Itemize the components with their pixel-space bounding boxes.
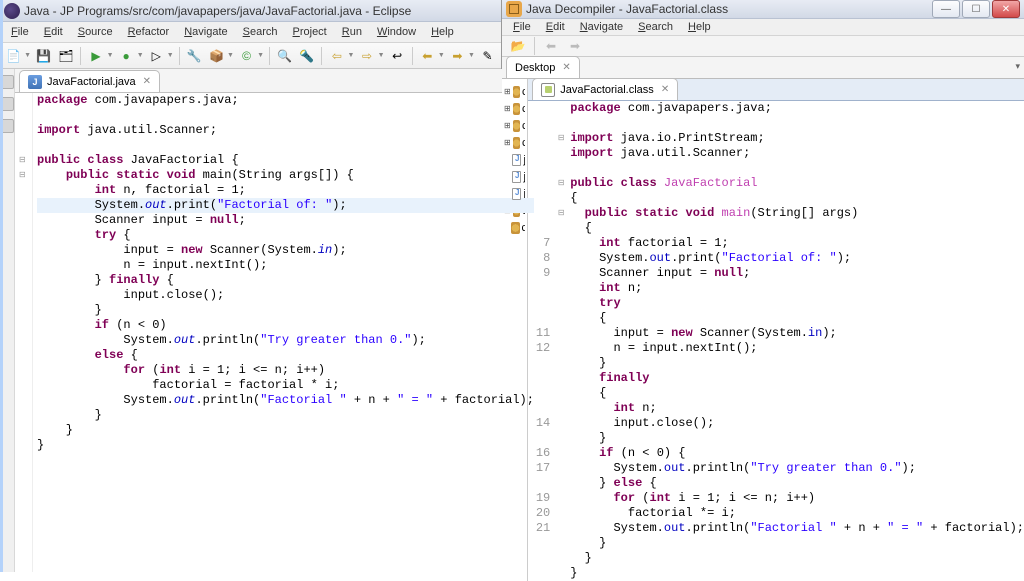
menu-edit[interactable]: Edit	[37, 24, 70, 40]
menu-source[interactable]: Source	[71, 24, 120, 40]
tab-label: Desktop	[515, 62, 555, 74]
jd-inner-tabbar: JavaFactorial.class ✕	[528, 79, 1024, 101]
last-edit-button[interactable]: ↩	[388, 46, 407, 66]
menu-search[interactable]: Search	[631, 19, 680, 35]
menu-navigate[interactable]: Navigate	[573, 19, 630, 35]
open-type-button[interactable]: 🔍	[275, 46, 294, 66]
minimize-button[interactable]: —	[932, 0, 960, 18]
new-package-button[interactable]: 📦	[207, 46, 226, 66]
run-ext-button[interactable]: ▷	[147, 46, 166, 66]
save-button[interactable]: 💾	[34, 46, 53, 66]
maximize-button[interactable]: ☐	[962, 0, 990, 18]
eclipse-editor-area: JavaFactorial.java ✕ ⊟ ⊟ package com.jav…	[0, 69, 501, 572]
new-class-button[interactable]: ©	[237, 46, 256, 66]
eclipse-titlebar[interactable]: Java - JP Programs/src/com/javapapers/ja…	[0, 0, 501, 22]
eclipse-toolbar: 📄▼ 💾 🗂 ▶▼ ●▼ ▷▼ 🔧 📦▼ ©▼ 🔍 🔦 ⇦▼ ⇨▼ ↩ ⬅▼ ➡…	[0, 43, 501, 69]
jd-app-icon	[506, 1, 522, 17]
menu-file[interactable]: File	[4, 24, 36, 40]
jd-title: Java Decompiler - JavaFactorial.class	[526, 2, 932, 16]
run-button[interactable]: ●	[117, 46, 136, 66]
forward-button[interactable]: ➡	[448, 46, 467, 66]
menu-project[interactable]: Project	[286, 24, 334, 40]
new-button[interactable]: 📄	[4, 46, 23, 66]
jd-titlebar[interactable]: Java Decompiler - JavaFactorial.class — …	[502, 0, 1024, 19]
eclipse-tab-bar: JavaFactorial.java ✕	[15, 69, 534, 93]
tab-label: JavaFactorial.java	[47, 76, 136, 88]
menu-refactor[interactable]: Refactor	[121, 24, 177, 40]
close-icon[interactable]: ✕	[661, 84, 669, 95]
jd-outer-tabbar: Desktop ✕ ▾	[502, 57, 1024, 79]
search-button[interactable]: 🔦	[297, 46, 316, 66]
close-button[interactable]: ✕	[992, 0, 1020, 18]
jd-code-view[interactable]: 7891112141617192021 ⊟⊟⊟ package com.java…	[528, 101, 1024, 581]
eclipse-title: Java - JP Programs/src/com/javapapers/ja…	[24, 4, 497, 18]
fold-gutter[interactable]: ⊟⊟⊟	[554, 101, 568, 581]
nav-forward-button[interactable]: ➡	[565, 36, 585, 56]
java-file-icon	[28, 75, 42, 89]
annotation-prev-button[interactable]: ⇦	[327, 46, 346, 66]
tab-desktop[interactable]: Desktop ✕	[506, 56, 580, 78]
close-icon[interactable]: ✕	[562, 62, 570, 73]
menu-search[interactable]: Search	[236, 24, 285, 40]
menu-edit[interactable]: Edit	[539, 19, 572, 35]
code-content[interactable]: package com.javapapers.java; import java…	[33, 93, 534, 572]
annotation-next-button[interactable]: ⇨	[357, 46, 376, 66]
menu-file[interactable]: File	[506, 19, 538, 35]
eclipse-code-editor[interactable]: ⊟ ⊟ package com.javapapers.java; import …	[15, 93, 534, 572]
fold-gutter[interactable]: ⊟ ⊟	[15, 93, 33, 572]
back-button[interactable]: ⬅	[418, 46, 437, 66]
pin-button[interactable]: ✎	[478, 46, 497, 66]
window-controls: — ☐ ✕	[932, 0, 1020, 18]
build-button[interactable]: 🔧	[185, 46, 204, 66]
menu-help[interactable]: Help	[424, 24, 461, 40]
save-all-button[interactable]: 🗂	[56, 46, 75, 66]
menu-run[interactable]: Run	[335, 24, 369, 40]
class-file-icon	[541, 83, 555, 97]
menu-window[interactable]: Window	[370, 24, 423, 40]
nav-back-button[interactable]: ⬅	[541, 36, 561, 56]
open-file-button[interactable]: 📂	[508, 36, 528, 56]
jd-menubar: FileEditNavigateSearchHelp	[502, 19, 1024, 36]
menu-help[interactable]: Help	[681, 19, 718, 35]
eclipse-editor-stack: JavaFactorial.java ✕ ⊟ ⊟ package com.jav…	[15, 69, 534, 572]
jd-content: JavaFactorial.class ✕ 789111214161719202…	[528, 79, 1024, 581]
tab-javafactorial-class[interactable]: JavaFactorial.class ✕	[532, 78, 678, 100]
eclipse-window: Java - JP Programs/src/com/javapapers/ja…	[0, 0, 502, 572]
eclipse-app-icon	[4, 3, 20, 19]
jd-split: ⊞c⊞c⊞c⊞cjjj⊟cc JavaFactorial.class ✕ 789…	[502, 79, 1024, 581]
close-icon[interactable]: ✕	[143, 76, 151, 87]
menu-navigate[interactable]: Navigate	[177, 24, 234, 40]
tab-label: JavaFactorial.class	[560, 84, 654, 96]
chevron-down-icon[interactable]: ▾	[1015, 61, 1020, 72]
jd-window: Java Decompiler - JavaFactorial.class — …	[502, 0, 1024, 572]
tab-javafactorial-java[interactable]: JavaFactorial.java ✕	[19, 70, 160, 92]
code-content[interactable]: package com.javapapers.java; import java…	[568, 101, 1024, 581]
jd-body: Desktop ✕ ▾ ⊞c⊞c⊞c⊞cjjj⊟cc JavaFactorial…	[502, 57, 1024, 581]
eclipse-menubar: FileEditSourceRefactorNavigateSearchProj…	[0, 22, 501, 43]
debug-button[interactable]: ▶	[86, 46, 105, 66]
jd-toolbar: 📂 ⬅ ➡	[502, 36, 1024, 57]
